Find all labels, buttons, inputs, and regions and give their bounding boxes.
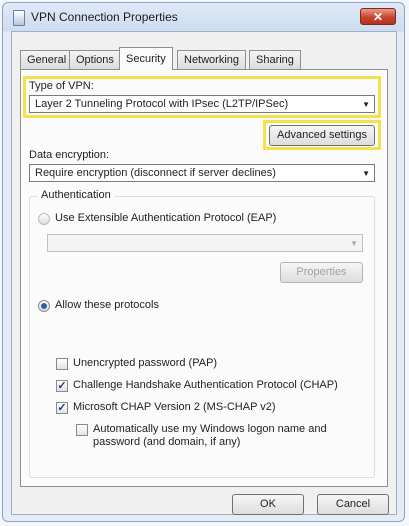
authentication-group: Authentication Use Extensible Authentica… — [29, 189, 375, 478]
vpn-properties-window: VPN Connection Properties ✕ General Opti… — [2, 2, 405, 522]
eap-properties-button[interactable]: Properties — [280, 262, 363, 283]
tab-security[interactable]: Security — [119, 47, 173, 70]
allow-protocols-label: Allow these protocols — [55, 299, 159, 311]
data-encryption-value: Require encryption (disconnect if server… — [35, 167, 276, 179]
tab-general[interactable]: General — [20, 50, 74, 69]
auto-logon-checkbox[interactable] — [76, 424, 88, 436]
tab-options[interactable]: Options — [69, 50, 121, 69]
chevron-down-icon: ▼ — [362, 169, 370, 178]
mschapv2-checkbox[interactable]: ✓ — [56, 402, 68, 414]
auto-logon-label-line1: Automatically use my Windows logon name … — [93, 423, 327, 435]
cancel-button[interactable]: Cancel — [317, 494, 389, 515]
allow-protocols-radio[interactable] — [38, 300, 50, 312]
auto-logon-label-line2: password (and domain, if any) — [93, 436, 241, 448]
chap-checkbox[interactable]: ✓ — [56, 380, 68, 392]
title-bar[interactable]: VPN Connection Properties ✕ — [3, 3, 404, 31]
window-title: VPN Connection Properties — [31, 10, 178, 24]
data-encryption-label: Data encryption: — [29, 149, 110, 161]
chevron-down-icon: ▼ — [362, 100, 370, 109]
chap-label: Challenge Handshake Authentication Proto… — [73, 379, 338, 391]
vpn-type-label: Type of VPN: — [29, 80, 94, 92]
pap-label: Unencrypted password (PAP) — [73, 357, 218, 369]
security-tab-panel: Type of VPN: Layer 2 Tunneling Protocol … — [20, 69, 388, 487]
pap-checkbox[interactable] — [56, 358, 68, 370]
dialog-client-area: General Options Security Networking Shar… — [11, 31, 397, 515]
tab-sharing[interactable]: Sharing — [249, 50, 301, 69]
advanced-settings-button[interactable]: Advanced settings — [269, 125, 375, 146]
tab-networking[interactable]: Networking — [177, 50, 247, 69]
data-encryption-dropdown[interactable]: Require encryption (disconnect if server… — [29, 164, 375, 182]
vpn-type-value: Layer 2 Tunneling Protocol with IPsec (L… — [35, 98, 289, 110]
chevron-down-icon: ▼ — [350, 239, 358, 248]
vpn-type-dropdown[interactable]: Layer 2 Tunneling Protocol with IPsec (L… — [29, 95, 375, 113]
eap-method-dropdown[interactable]: ▼ — [47, 234, 363, 252]
eap-label: Use Extensible Authentication Protocol (… — [55, 212, 277, 224]
mschapv2-label: Microsoft CHAP Version 2 (MS-CHAP v2) — [73, 401, 276, 413]
ok-button[interactable]: OK — [232, 494, 304, 515]
eap-radio[interactable] — [38, 213, 50, 225]
close-button[interactable]: ✕ — [360, 8, 396, 25]
authentication-group-title: Authentication — [38, 189, 114, 201]
network-connection-icon — [13, 10, 25, 26]
